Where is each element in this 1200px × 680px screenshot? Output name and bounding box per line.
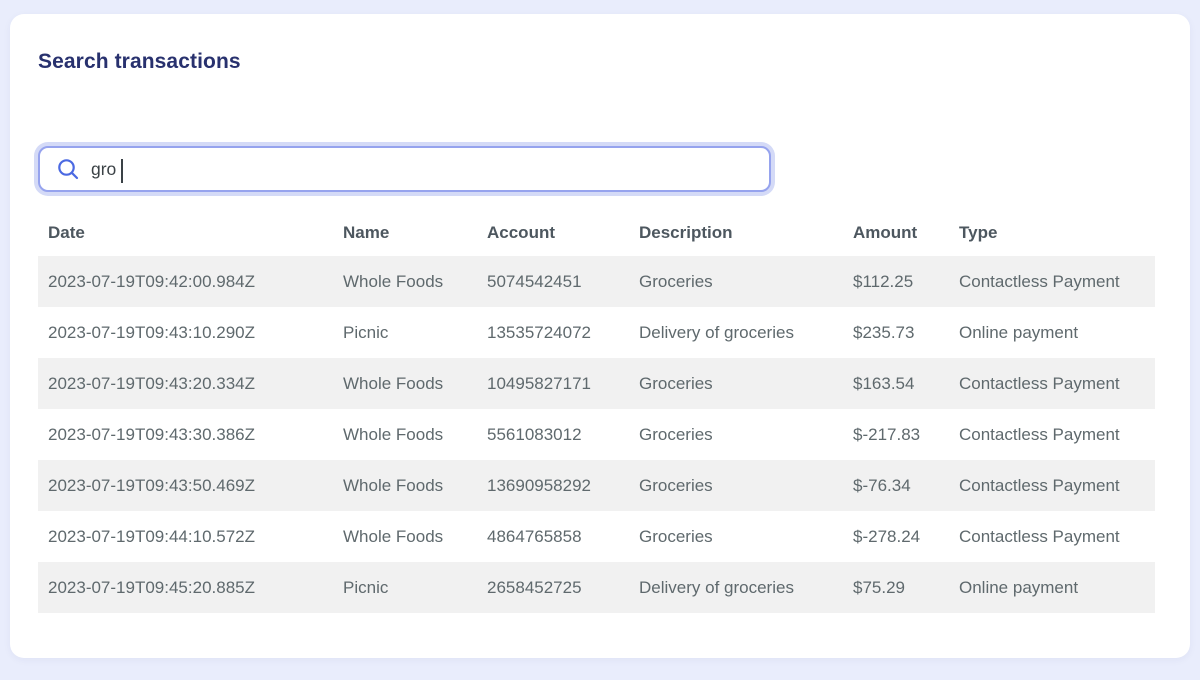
cell-account: 10495827171 [477,358,629,409]
cell-name: Whole Foods [333,358,477,409]
cell-account: 13690958292 [477,460,629,511]
table-row: 2023-07-19T09:43:30.386ZWhole Foods55610… [38,409,1155,460]
cell-name: Whole Foods [333,256,477,307]
cell-description: Delivery of groceries [629,307,843,358]
column-header-date: Date [38,210,333,256]
cell-amount: $-278.24 [843,511,949,562]
table-body: 2023-07-19T09:42:00.984ZWhole Foods50745… [38,256,1155,613]
cell-account: 2658452725 [477,562,629,613]
cell-account: 5074542451 [477,256,629,307]
page-title: Search transactions [38,50,1190,74]
column-header-account: Account [477,210,629,256]
cell-type: Contactless Payment [949,409,1155,460]
cell-description: Groceries [629,511,843,562]
cell-description: Delivery of groceries [629,562,843,613]
cell-date: 2023-07-19T09:42:00.984Z [38,256,333,307]
cell-amount: $-217.83 [843,409,949,460]
cell-name: Picnic [333,562,477,613]
cell-type: Contactless Payment [949,460,1155,511]
table-header-row: Date Name Account Description Amount Typ… [38,210,1155,256]
transactions-table: Date Name Account Description Amount Typ… [38,210,1155,613]
cell-type: Contactless Payment [949,511,1155,562]
cell-date: 2023-07-19T09:44:10.572Z [38,511,333,562]
cell-amount: $112.25 [843,256,949,307]
cell-date: 2023-07-19T09:43:20.334Z [38,358,333,409]
column-header-name: Name [333,210,477,256]
cell-date: 2023-07-19T09:45:20.885Z [38,562,333,613]
cell-description: Groceries [629,409,843,460]
search-box[interactable] [38,146,771,192]
text-cursor [121,159,123,183]
cell-account: 13535724072 [477,307,629,358]
search-icon [56,157,80,181]
cell-account: 5561083012 [477,409,629,460]
table-row: 2023-07-19T09:43:20.334ZWhole Foods10495… [38,358,1155,409]
search-input[interactable] [91,159,755,180]
table-row: 2023-07-19T09:45:20.885ZPicnic2658452725… [38,562,1155,613]
cell-account: 4864765858 [477,511,629,562]
cell-name: Whole Foods [333,460,477,511]
cell-date: 2023-07-19T09:43:30.386Z [38,409,333,460]
table-header: Date Name Account Description Amount Typ… [38,210,1155,256]
cell-date: 2023-07-19T09:43:50.469Z [38,460,333,511]
cell-type: Online payment [949,562,1155,613]
cell-description: Groceries [629,460,843,511]
cell-name: Whole Foods [333,409,477,460]
table-row: 2023-07-19T09:42:00.984ZWhole Foods50745… [38,256,1155,307]
cell-type: Contactless Payment [949,256,1155,307]
cell-description: Groceries [629,256,843,307]
table-row: 2023-07-19T09:43:10.290ZPicnic1353572407… [38,307,1155,358]
cell-type: Contactless Payment [949,358,1155,409]
table-row: 2023-07-19T09:43:50.469ZWhole Foods13690… [38,460,1155,511]
cell-amount: $-76.34 [843,460,949,511]
column-header-description: Description [629,210,843,256]
cell-amount: $163.54 [843,358,949,409]
table-row: 2023-07-19T09:44:10.572ZWhole Foods48647… [38,511,1155,562]
cell-description: Groceries [629,358,843,409]
cell-name: Whole Foods [333,511,477,562]
cell-amount: $235.73 [843,307,949,358]
column-header-amount: Amount [843,210,949,256]
search-transactions-card: Search transactions Date Name Account De… [10,14,1190,658]
cell-amount: $75.29 [843,562,949,613]
column-header-type: Type [949,210,1155,256]
cell-name: Picnic [333,307,477,358]
cell-type: Online payment [949,307,1155,358]
cell-date: 2023-07-19T09:43:10.290Z [38,307,333,358]
